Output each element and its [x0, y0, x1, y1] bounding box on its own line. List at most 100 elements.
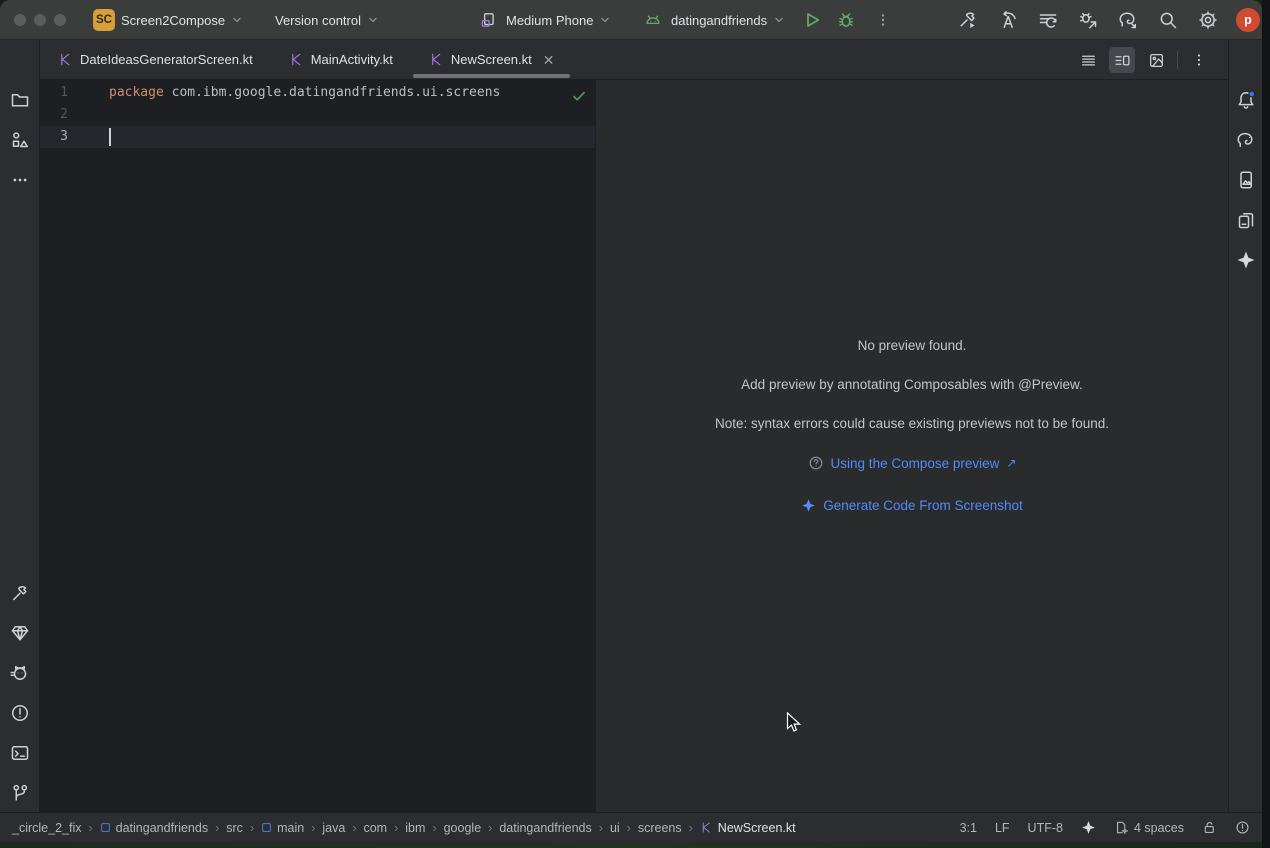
more-actions-button[interactable]: [871, 0, 895, 40]
code-text: package com.ibm.google.datingandfriends.…: [68, 82, 500, 104]
question-circle-icon: [808, 455, 824, 471]
kotlin-file-icon: [700, 821, 713, 834]
breadcrumb-separator: ›: [88, 821, 92, 835]
breadcrumb-item[interactable]: main: [277, 821, 304, 835]
breadcrumb-item[interactable]: com: [363, 821, 387, 835]
problems-icon[interactable]: [0, 698, 40, 728]
line-number: 1: [40, 82, 68, 104]
breadcrumb-item[interactable]: datingandfriends: [116, 821, 208, 835]
error-analysis-icon[interactable]: [1235, 820, 1250, 835]
breadcrumb-item[interactable]: _circle_2_fix: [12, 821, 81, 835]
tab-label: MainActivity.kt: [311, 52, 393, 67]
version-control-widget[interactable]: Version control: [275, 0, 379, 40]
module-icon: [100, 822, 111, 833]
compose-preview-panel: No preview found. Add preview by annotat…: [595, 80, 1228, 812]
run-play-icon: [800, 8, 824, 32]
encoding-widget[interactable]: UTF-8: [1028, 821, 1063, 835]
compose-preview-help-link[interactable]: Using the Compose preview ↗: [808, 455, 1017, 471]
preview-message-hint: Add preview by annotating Composables wi…: [596, 377, 1228, 392]
generate-code-from-screenshot-link[interactable]: Generate Code From Screenshot: [801, 498, 1023, 513]
breadcrumb-separator: ›: [488, 821, 492, 835]
profiler-icon[interactable]: [1036, 8, 1060, 32]
close-tab-icon[interactable]: ✕: [543, 53, 555, 67]
titlebar: SC Screen2Compose Version control Medium…: [0, 0, 1262, 40]
debug-bug-icon: [834, 8, 858, 32]
attach-debugger-icon[interactable]: [1076, 8, 1100, 32]
project-widget[interactable]: SC Screen2Compose: [93, 0, 243, 40]
macos-traffic-lights[interactable]: [14, 14, 66, 26]
preview-more-options-button[interactable]: [1186, 47, 1212, 73]
debug-button[interactable]: [834, 0, 858, 40]
run-configuration-selector[interactable]: datingandfriends: [641, 0, 785, 40]
diamond-gem-icon[interactable]: [0, 618, 40, 648]
device-selector[interactable]: Medium Phone: [476, 0, 611, 40]
editor-view-mode-toggles: [1075, 40, 1212, 80]
ai-sparkle-icon[interactable]: [1081, 820, 1096, 835]
chevron-down-icon: [231, 14, 243, 26]
notifications-bell-icon[interactable]: [1229, 85, 1262, 115]
git-branch-icon[interactable]: [0, 778, 40, 808]
tab-label: NewScreen.kt: [451, 52, 532, 67]
apply-changes-icon[interactable]: [996, 8, 1020, 32]
preview-message-title: No preview found.: [596, 338, 1228, 353]
build-hammer-icon[interactable]: [956, 8, 980, 32]
zoom-window-icon[interactable]: [54, 14, 66, 26]
running-devices-icon[interactable]: [1229, 165, 1262, 195]
caret-position-widget[interactable]: 3:1: [960, 821, 977, 835]
code-editor[interactable]: 1 package com.ibm.google.datingandfriend…: [40, 80, 595, 812]
code-view-button[interactable]: [1075, 47, 1101, 73]
close-window-icon[interactable]: [14, 14, 26, 26]
user-avatar[interactable]: p: [1236, 8, 1260, 32]
more-tool-windows-icon[interactable]: [0, 165, 40, 195]
breadcrumb-separator: ›: [352, 821, 356, 835]
structure-shapes-icon[interactable]: [0, 125, 40, 155]
minimize-window-icon[interactable]: [34, 14, 46, 26]
breadcrumb-item[interactable]: datingandfriends: [499, 821, 591, 835]
tab-newscreen[interactable]: NewScreen.kt ✕: [411, 40, 573, 79]
build-tool-window-icon[interactable]: [0, 578, 40, 608]
settings-gear-icon[interactable]: [1196, 8, 1220, 32]
breadcrumb-item[interactable]: src: [226, 821, 243, 835]
virtual-device-icon: [476, 8, 500, 32]
breadcrumb-item[interactable]: java: [322, 821, 345, 835]
sparkle-icon: [801, 498, 816, 513]
gemini-sparkle-icon[interactable]: [1229, 245, 1262, 275]
inspections-ok-check-icon[interactable]: [571, 88, 587, 104]
breadcrumb-separator: ›: [250, 821, 254, 835]
breadcrumb-separator: ›: [215, 821, 219, 835]
device-manager-icon[interactable]: [1229, 205, 1262, 235]
breadcrumb-item[interactable]: ibm: [405, 821, 425, 835]
project-folder-icon[interactable]: [0, 85, 40, 115]
project-badge: SC: [93, 9, 115, 31]
titlebar-action-icons: [956, 8, 1220, 32]
code-line-2[interactable]: 2: [40, 104, 595, 126]
kebab-menu-icon: [871, 8, 895, 32]
code-line-3[interactable]: 3: [40, 126, 595, 148]
logcat-cat-icon[interactable]: [0, 658, 40, 688]
tab-mainactivity[interactable]: MainActivity.kt: [271, 40, 411, 79]
breadcrumb-separator: ›: [432, 821, 436, 835]
design-view-button[interactable]: [1143, 47, 1169, 73]
tab-dateideasgeneratorscreen[interactable]: DateIdeasGeneratorScreen.kt: [40, 40, 271, 79]
split-view-button[interactable]: [1109, 47, 1135, 73]
statusbar-widgets: 3:1 LF UTF-8 4 spaces: [960, 820, 1250, 835]
file-writable-unlock-icon[interactable]: [1202, 820, 1217, 835]
breadcrumb-item[interactable]: screens: [638, 821, 682, 835]
indent-widget[interactable]: 4 spaces: [1114, 820, 1184, 835]
terminal-icon[interactable]: [0, 738, 40, 768]
breadcrumb-separator: ›: [627, 821, 631, 835]
text-caret: [109, 128, 111, 146]
gradle-elephant-icon[interactable]: [1229, 125, 1262, 155]
run-button[interactable]: [800, 0, 824, 40]
code-line-1[interactable]: 1 package com.ibm.google.datingandfriend…: [40, 82, 595, 104]
left-tool-window-bar: [0, 40, 40, 812]
breadcrumb-item[interactable]: NewScreen.kt: [718, 821, 796, 835]
line-ending-widget[interactable]: LF: [995, 821, 1010, 835]
gradle-sync-icon[interactable]: [1116, 8, 1140, 32]
breadcrumb-item[interactable]: google: [444, 821, 482, 835]
external-link-arrow-icon: ↗: [1006, 456, 1016, 470]
kotlin-file-icon: [429, 52, 444, 67]
search-everywhere-icon[interactable]: [1156, 8, 1180, 32]
breadcrumbs[interactable]: _circle_2_fix › datingandfriends › src ›…: [12, 821, 796, 835]
breadcrumb-item[interactable]: ui: [610, 821, 620, 835]
